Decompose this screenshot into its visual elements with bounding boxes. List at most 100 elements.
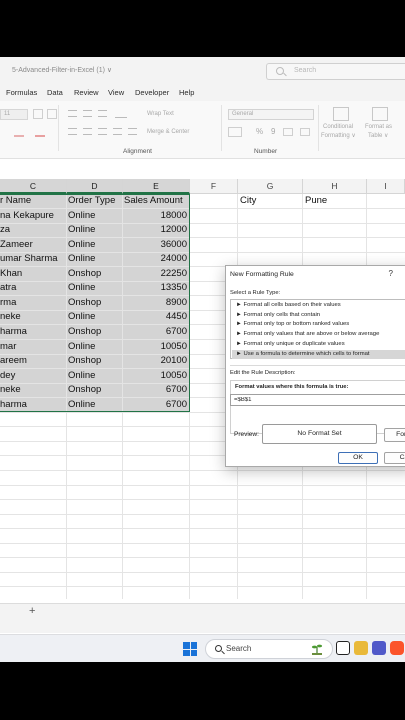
cell-customer-name[interactable]: umar Sharma xyxy=(0,252,66,267)
cell-customer-name[interactable]: za xyxy=(0,223,66,238)
cell-sales-amount[interactable]: 10050 xyxy=(124,340,187,355)
cell-sales-amount[interactable]: 13350 xyxy=(124,281,187,296)
column-header-c[interactable]: C xyxy=(0,179,67,194)
cell-customer-name[interactable]: mar xyxy=(0,340,66,355)
header-cell-sales-amount[interactable]: Sales Amount xyxy=(124,194,188,209)
font-size-box[interactable]: 11 xyxy=(0,109,28,120)
column-header-f[interactable]: F xyxy=(190,179,238,194)
cell-customer-name[interactable]: Khan xyxy=(0,267,66,282)
cell-order-type[interactable]: Online xyxy=(68,369,122,384)
merge-center-button[interactable]: Merge & Center xyxy=(147,129,189,135)
tab-developer[interactable]: Developer xyxy=(135,88,169,97)
windows-start-icon[interactable] xyxy=(183,642,197,656)
decrease-font-icon[interactable] xyxy=(47,109,57,119)
rule-type-item[interactable]: ► Format only cells that contain xyxy=(232,311,405,321)
tab-review[interactable]: Review xyxy=(74,88,99,97)
align-center-icon[interactable] xyxy=(83,128,92,135)
orientation-icon[interactable] xyxy=(115,110,127,118)
tab-view[interactable]: View xyxy=(108,88,124,97)
wrap-text-button[interactable]: Wrap Text xyxy=(147,111,174,117)
tab-data[interactable]: Data xyxy=(47,88,63,97)
cell-sales-amount[interactable]: 20100 xyxy=(124,354,187,369)
cell-sales-amount[interactable]: 22250 xyxy=(124,267,187,282)
cell-sales-amount[interactable]: 6700 xyxy=(124,398,187,413)
cell-order-type[interactable]: Onshop xyxy=(68,325,122,340)
header-cell-name[interactable]: r Name xyxy=(0,194,66,209)
rule-type-item[interactable]: ► Use a formula to determine which cells… xyxy=(232,349,405,360)
tab-help[interactable]: Help xyxy=(179,88,194,97)
cell-sales-amount[interactable]: 6700 xyxy=(124,325,187,340)
cell-customer-name[interactable]: neke xyxy=(0,310,66,325)
file-explorer-icon[interactable] xyxy=(354,641,368,655)
cell-customer-name[interactable]: harma xyxy=(0,325,66,340)
teams-icon[interactable] xyxy=(372,641,386,655)
cell-customer-name[interactable]: atra xyxy=(0,281,66,296)
cell-order-type[interactable]: Online xyxy=(68,238,122,253)
cell-sales-amount[interactable]: 10050 xyxy=(124,369,187,384)
cell-order-type[interactable]: Online xyxy=(68,252,122,267)
column-header-i[interactable]: I xyxy=(367,179,405,194)
number-format-select[interactable]: General xyxy=(228,109,314,120)
cell-sales-amount[interactable]: 8900 xyxy=(124,296,187,311)
cell-sales-amount[interactable]: 18000 xyxy=(124,209,187,224)
column-header-h[interactable]: H xyxy=(303,179,367,194)
cell-customer-name[interactable]: na Kekapure xyxy=(0,209,66,224)
cell-order-type[interactable]: Online xyxy=(68,209,122,224)
cell-order-type[interactable]: Online xyxy=(68,310,122,325)
fill-color-icon[interactable] xyxy=(14,127,24,137)
column-header-e[interactable]: E xyxy=(123,179,190,194)
conditional-formatting-label-2[interactable]: Formatting ∨ xyxy=(321,132,356,139)
align-right-icon[interactable] xyxy=(98,128,107,135)
cell-order-type[interactable]: Onshop xyxy=(68,383,122,398)
cell-order-type[interactable]: Onshop xyxy=(68,354,122,369)
conditional-formatting-icon[interactable] xyxy=(333,107,349,121)
formula-input[interactable] xyxy=(230,394,405,406)
decrease-decimal-icon[interactable] xyxy=(300,128,310,136)
cell-sales-amount[interactable]: 6700 xyxy=(124,383,187,398)
criteria-label-cell[interactable]: City xyxy=(240,194,300,209)
align-left-icon[interactable] xyxy=(68,128,77,135)
cell-order-type[interactable]: Online xyxy=(68,281,122,296)
cell-sales-amount[interactable]: 24000 xyxy=(124,252,187,267)
format-as-table-icon[interactable] xyxy=(372,107,388,121)
top-align-icon[interactable] xyxy=(68,110,77,117)
increase-font-icon[interactable] xyxy=(33,109,43,119)
percent-style-button[interactable]: % xyxy=(256,127,263,136)
cell-order-type[interactable]: Onshop xyxy=(68,296,122,311)
task-view-icon[interactable] xyxy=(336,641,350,655)
format-as-table-label-1[interactable]: Format as xyxy=(365,124,392,130)
accounting-format-icon[interactable] xyxy=(228,127,242,137)
add-sheet-button[interactable]: + xyxy=(29,605,35,617)
format-button[interactable]: Form xyxy=(384,428,405,442)
cell-customer-name[interactable]: dey xyxy=(0,369,66,384)
header-cell-order-type[interactable]: Order Type xyxy=(68,194,122,209)
cancel-button[interactable]: Ca xyxy=(384,452,405,464)
cell-customer-name[interactable]: areem xyxy=(0,354,66,369)
increase-indent-icon[interactable] xyxy=(128,128,137,135)
font-color-icon[interactable] xyxy=(35,127,45,137)
cell-customer-name[interactable]: harma xyxy=(0,398,66,413)
brave-browser-icon[interactable] xyxy=(390,641,404,655)
cell-customer-name[interactable]: Zameer xyxy=(0,238,66,253)
document-title[interactable]: 5-Advanced-Filter-in-Excel (1) ∨ xyxy=(12,66,112,74)
conditional-formatting-label-1[interactable]: Conditional xyxy=(323,124,353,130)
format-as-table-label-2[interactable]: Table ∨ xyxy=(368,132,388,139)
cell-sales-amount[interactable]: 4450 xyxy=(124,310,187,325)
title-search-box[interactable]: Search xyxy=(266,63,405,80)
cell-sales-amount[interactable]: 12000 xyxy=(124,223,187,238)
cell-order-type[interactable]: Online xyxy=(68,223,122,238)
criteria-value-cell[interactable]: Pune xyxy=(305,194,365,209)
cell-customer-name[interactable]: rma xyxy=(0,296,66,311)
cell-sales-amount[interactable]: 36000 xyxy=(124,238,187,253)
rule-type-item[interactable]: ► Format only top or bottom ranked value… xyxy=(232,320,405,330)
rule-type-list[interactable]: ► Format all cells based on their values… xyxy=(230,299,405,360)
column-header-d[interactable]: D xyxy=(67,179,123,194)
increase-decimal-icon[interactable] xyxy=(283,128,293,136)
help-icon[interactable]: ? xyxy=(389,269,393,278)
tab-formulas[interactable]: Formulas xyxy=(6,88,37,97)
decrease-indent-icon[interactable] xyxy=(113,128,122,135)
ok-button[interactable]: OK xyxy=(338,452,378,464)
taskbar-search-box[interactable]: Search xyxy=(205,639,333,659)
rule-type-item[interactable]: ► Format only values that are above or b… xyxy=(232,330,405,340)
comma-style-button[interactable]: 9 xyxy=(271,127,275,136)
